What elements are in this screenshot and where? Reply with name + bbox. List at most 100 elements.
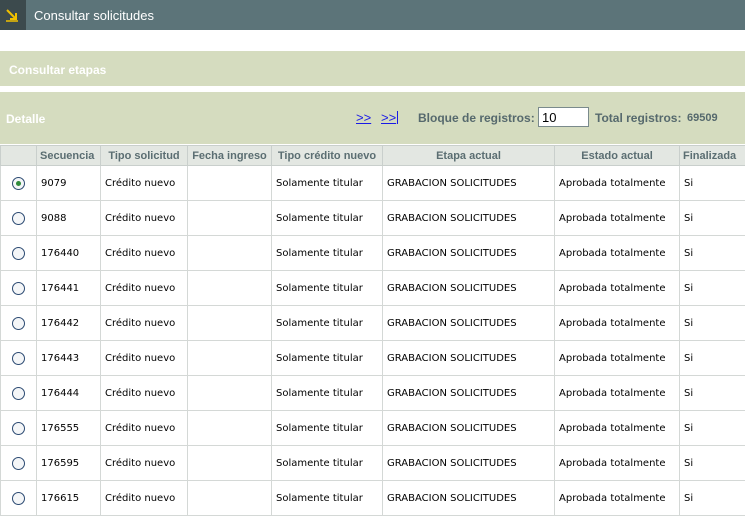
table-row[interactable]: 176615 Crédito nuevo Solamente titular GRAB… [0,480,745,516]
total-records-value: 69509 [687,112,718,124]
page-title: Consultar solicitudes [34,8,154,23]
table-row[interactable]: 176442 Crédito nuevo Solamente titular GRAB… [0,305,745,341]
cell-secuencia: 176555 [36,410,101,446]
cell-estado-actual: Aprobada totalmente [554,200,680,236]
cell-tipo-solicitud: Crédito nuevo [100,375,188,411]
column-header-estado-actual[interactable]: Estado actual [554,145,680,166]
cell-fecha-ingreso [187,480,272,516]
last-page-link[interactable]: >> [381,110,399,125]
cell-tipo-credito: Solamente titular [271,480,383,516]
row-select-cell [0,165,37,201]
cell-fecha-ingreso [187,375,272,411]
cell-tipo-solicitud: Crédito nuevo [100,200,188,236]
row-select-cell [0,375,37,411]
cell-estado-actual: Aprobada totalmente [554,480,680,516]
last-bar-icon [397,111,399,124]
table-row[interactable]: 176444 Crédito nuevo Solamente titular GRAB… [0,375,745,411]
cell-estado-actual: Aprobada totalmente [554,165,680,201]
header-bar: Consultar solicitudes [0,0,745,30]
total-records-label: Total registros: [595,111,682,125]
row-radio-button[interactable] [12,491,25,505]
table-header-row: Secuencia Tipo solicitud Fecha ingreso T… [0,145,745,166]
table-row[interactable]: 9088 Crédito nuevo Solamente titular GRABAC… [0,200,745,236]
cell-etapa-actual: GRABACION SOLICITUDES [382,480,555,516]
cell-finalizada: Si [679,165,745,201]
table-row[interactable]: 176555 Crédito nuevo Solamente titular GRAB… [0,410,745,446]
cell-tipo-solicitud: Crédito nuevo [100,165,188,201]
cell-secuencia: 176595 [36,445,101,481]
next-page-link[interactable]: >> [356,110,371,125]
cell-etapa-actual: GRABACION SOLICITUDES [382,410,555,446]
cell-estado-actual: Aprobada totalmente [554,410,680,446]
cell-etapa-actual: GRABACION SOLICITUDES [382,235,555,271]
column-header-etapa-actual[interactable]: Etapa actual [382,145,555,166]
arrow-down-right-icon [0,0,26,30]
cell-tipo-solicitud: Crédito nuevo [100,270,188,306]
row-select-cell [0,480,37,516]
row-radio-button[interactable] [12,386,25,400]
cell-estado-actual: Aprobada totalmente [554,305,680,341]
table-row[interactable]: 176443 Crédito nuevo Solamente titular GRAB… [0,340,745,376]
cell-tipo-solicitud: Crédito nuevo [100,410,188,446]
cell-tipo-solicitud: Crédito nuevo [100,340,188,376]
cell-tipo-credito: Solamente titular [271,235,383,271]
cell-tipo-credito: Solamente titular [271,270,383,306]
block-size-input[interactable] [538,107,589,127]
cell-etapa-actual: GRABACION SOLICITUDES [382,270,555,306]
row-radio-button[interactable] [12,351,25,365]
row-select-cell [0,445,37,481]
cell-finalizada: Si [679,410,745,446]
cell-etapa-actual: GRABACION SOLICITUDES [382,200,555,236]
cell-secuencia: 176444 [36,375,101,411]
cell-tipo-credito: Solamente titular [271,340,383,376]
row-radio-button[interactable] [12,316,25,330]
table-row[interactable]: 176441 Crédito nuevo Solamente titular GRAB… [0,270,745,306]
cell-secuencia: 9088 [36,200,101,236]
cell-finalizada: Si [679,200,745,236]
row-radio-button[interactable] [12,211,25,225]
cell-etapa-actual: GRABACION SOLICITUDES [382,340,555,376]
cell-finalizada: Si [679,235,745,271]
column-header-tipo-solicitud[interactable]: Tipo solicitud [100,145,188,166]
row-select-cell [0,340,37,376]
cell-finalizada: Si [679,445,745,481]
row-radio-button[interactable] [12,176,25,190]
column-header-tipo-credito[interactable]: Tipo crédito nuevo [271,145,383,166]
cell-etapa-actual: GRABACION SOLICITUDES [382,305,555,341]
row-select-cell [0,305,37,341]
column-header-finalizada[interactable]: Finalizada [679,145,745,166]
row-radio-button[interactable] [12,456,25,470]
cell-estado-actual: Aprobada totalmente [554,445,680,481]
table-row[interactable]: 176595 Crédito nuevo Solamente titular GRAB… [0,445,745,481]
cell-tipo-credito: Solamente titular [271,410,383,446]
row-radio-button[interactable] [12,281,25,295]
row-radio-button[interactable] [12,246,25,260]
cell-etapa-actual: GRABACION SOLICITUDES [382,445,555,481]
cell-secuencia: 176440 [36,235,101,271]
cell-fecha-ingreso [187,235,272,271]
cell-finalizada: Si [679,270,745,306]
column-header-fecha-ingreso[interactable]: Fecha ingreso [187,145,272,166]
table-row[interactable]: 176440 Crédito nuevo Solamente titular GRAB… [0,235,745,271]
cell-finalizada: Si [679,305,745,341]
cell-fecha-ingreso [187,200,272,236]
row-select-cell [0,200,37,236]
results-table: Secuencia Tipo solicitud Fecha ingreso T… [0,145,745,516]
detail-toolbar: Detalle >> >> Bloque de registros: Total… [0,92,745,144]
cell-secuencia: 176615 [36,480,101,516]
cell-estado-actual: Aprobada totalmente [554,340,680,376]
cell-finalizada: Si [679,375,745,411]
cell-fecha-ingreso [187,305,272,341]
cell-tipo-solicitud: Crédito nuevo [100,480,188,516]
row-radio-button[interactable] [12,421,25,435]
cell-secuencia: 9079 [36,165,101,201]
cell-tipo-credito: Solamente titular [271,375,383,411]
cell-tipo-credito: Solamente titular [271,165,383,201]
select-column-header [0,145,37,166]
section-title: Consultar etapas [9,63,107,77]
table-row[interactable]: 9079 Crédito nuevo Solamente titular GRABAC… [0,165,745,201]
cell-fecha-ingreso [187,270,272,306]
column-header-secuencia[interactable]: Secuencia [36,145,101,166]
cell-estado-actual: Aprobada totalmente [554,375,680,411]
row-select-cell [0,410,37,446]
